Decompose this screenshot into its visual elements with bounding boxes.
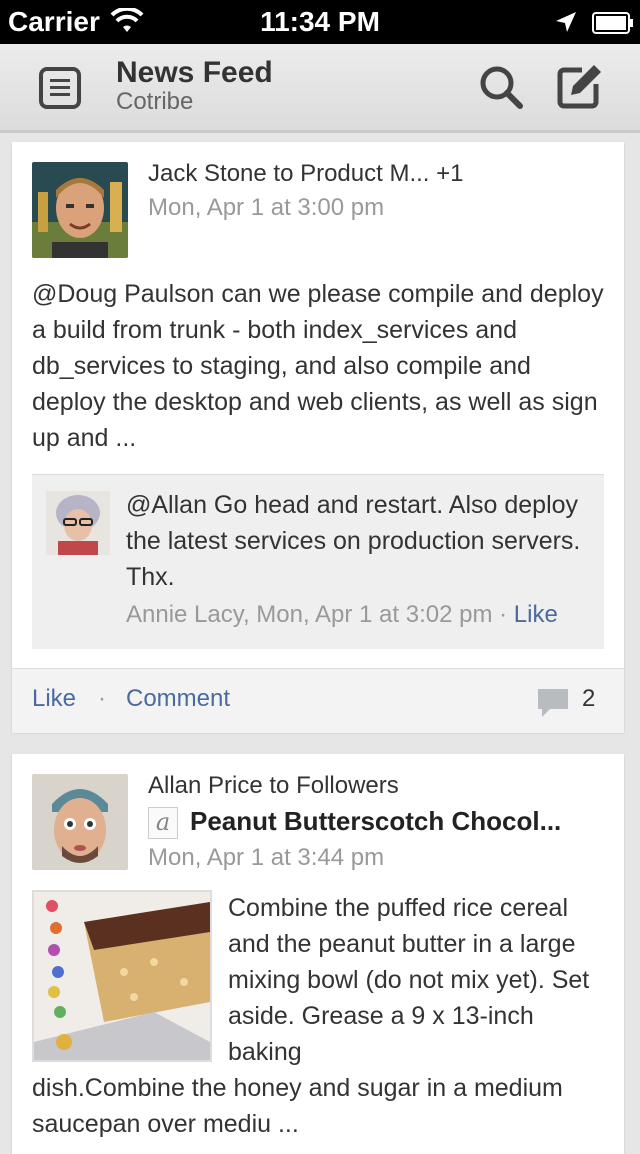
post-body-continued: dish.Combine the honey and sugar in a me… (32, 1074, 563, 1138)
comment-bubble-icon[interactable] (536, 687, 570, 719)
clock: 11:34 PM (260, 6, 380, 37)
reply-comment: @Allan Go head and restart. Also deploy … (32, 474, 604, 649)
like-button[interactable]: Like (32, 685, 76, 713)
reply-text: @Allan Go head and restart. Also deploy … (126, 491, 581, 591)
comment-count[interactable]: 2 (582, 685, 595, 713)
attachment-title[interactable]: a Peanut Butterscotch Chocol... (148, 806, 561, 840)
feed-post[interactable]: Jack Stone to Product M... +1 Mon, Apr 1… (12, 142, 624, 733)
comment-button[interactable]: Comment (126, 685, 230, 713)
battery-icon (592, 12, 633, 34)
post-body: Combine the puffed rice cereal and the p… (228, 894, 590, 1066)
post-timestamp: Mon, Apr 1 at 3:44 pm (148, 844, 385, 871)
post-action-bar: Like · Comment 2 (12, 668, 624, 733)
reply-separator: · (492, 601, 514, 628)
document-icon: a (148, 807, 178, 840)
recipe-image[interactable] (32, 890, 212, 1062)
nav-bar: News Feed Cotribe (0, 44, 640, 133)
post-author[interactable]: Jack Stone to Product M... +1 (148, 160, 464, 188)
feed-post[interactable]: Allan Price to Followers a Peanut Butters… (12, 754, 624, 1154)
avatar[interactable] (32, 774, 128, 870)
separator-dot: · (98, 685, 106, 712)
page-title: News Feed (116, 56, 273, 89)
status-bar: Carrier 11:34 PM (0, 0, 640, 44)
compose-icon[interactable] (556, 62, 604, 110)
post-timestamp: Mon, Apr 1 at 3:00 pm (148, 194, 385, 221)
post-body: @Doug Paulson can we please compile and … (32, 280, 604, 452)
avatar[interactable] (32, 162, 128, 258)
attachment-title-text[interactable]: Peanut Butterscotch Chocol... (190, 806, 561, 836)
reply-author-time: Annie Lacy, Mon, Apr 1 at 3:02 pm (126, 601, 493, 628)
reply-meta: Annie Lacy, Mon, Apr 1 at 3:02 pm · Like (126, 601, 558, 629)
post-author[interactable]: Allan Price to Followers (148, 772, 399, 800)
menu-icon[interactable] (38, 66, 82, 110)
reply-like-link[interactable]: Like (514, 601, 558, 628)
page-subtitle: Cotribe (116, 88, 194, 115)
avatar[interactable] (46, 491, 110, 555)
search-icon[interactable] (478, 64, 524, 110)
location-arrow-icon (554, 10, 578, 39)
